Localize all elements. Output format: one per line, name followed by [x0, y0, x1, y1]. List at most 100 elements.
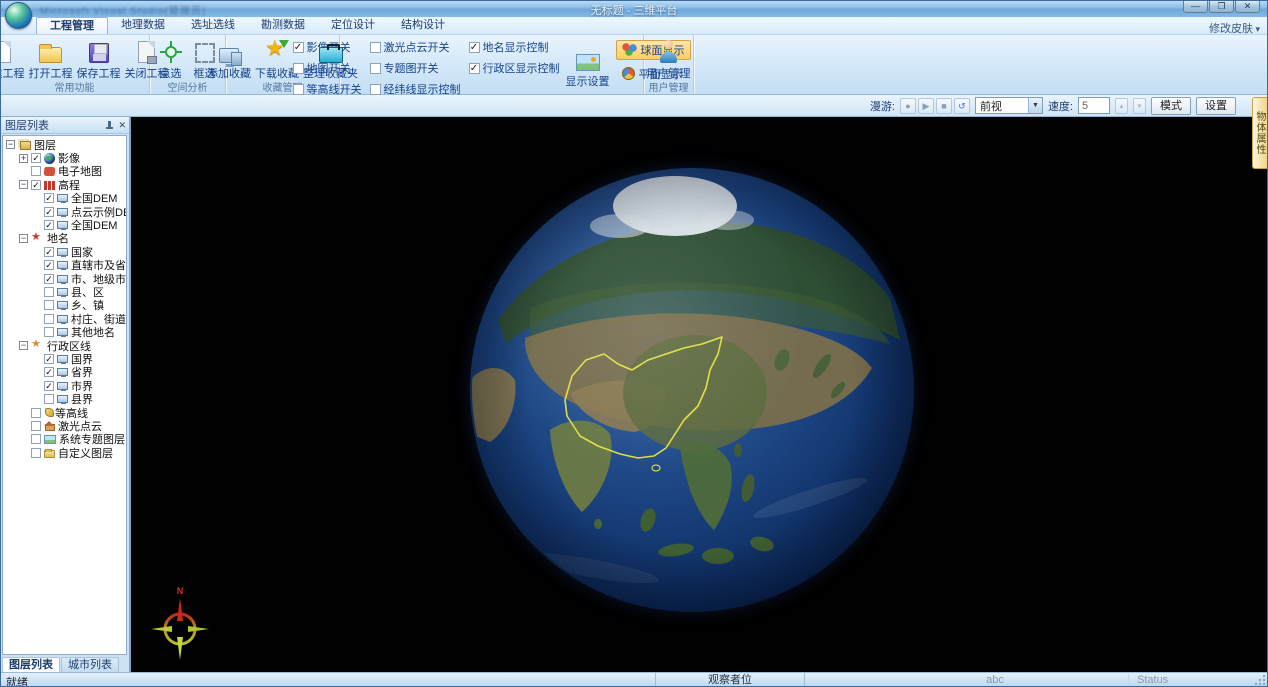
tab-工程管理[interactable]: 工程管理: [36, 17, 108, 34]
layer-switch-专题图开关[interactable]: 专题图开关: [370, 60, 461, 76]
globe-viewport[interactable]: N: [133, 117, 1268, 672]
tree-item-省界[interactable]: ✓省界: [3, 366, 126, 379]
tree-checkbox[interactable]: [44, 300, 54, 310]
new-project-icon: [0, 41, 11, 63]
tree-checkbox[interactable]: [31, 448, 41, 458]
tree-checkbox[interactable]: ✓: [44, 274, 54, 284]
tree-item-其他地名[interactable]: 其他地名: [3, 325, 126, 338]
roam-label: 漫游:: [870, 98, 895, 114]
collapse-icon[interactable]: −: [19, 180, 28, 189]
sphere-view-icon: [622, 43, 637, 56]
minimize-button[interactable]: —: [1183, 0, 1208, 13]
collapse-icon[interactable]: −: [19, 234, 28, 243]
checkbox-label: 地名显示控制: [483, 39, 549, 55]
layer-switch-地名显示控制[interactable]: ✓地名显示控制: [469, 39, 560, 55]
collapse-icon[interactable]: −: [6, 140, 15, 149]
view-direction-select[interactable]: 前视: [975, 97, 1043, 114]
tree-checkbox[interactable]: [31, 166, 41, 176]
tree-checkbox[interactable]: [44, 394, 54, 404]
tree-item-自定义图层[interactable]: 自定义图层: [3, 446, 126, 459]
tree-checkbox[interactable]: [44, 314, 54, 324]
tree-checkbox[interactable]: ✓: [44, 381, 54, 391]
roam-play-button[interactable]: ▶: [918, 98, 934, 114]
tree-checkbox[interactable]: ✓: [44, 260, 54, 270]
tab-选址选线[interactable]: 选址选线: [178, 17, 248, 34]
tree-checkbox[interactable]: [44, 327, 54, 337]
status-ready: 就绪: [6, 674, 28, 687]
mode-button[interactable]: 模式: [1151, 97, 1191, 115]
tree-checkbox[interactable]: ✓: [44, 367, 54, 377]
tree-item-全国DEM[interactable]: ✓ 全国DEM: [3, 218, 126, 231]
button-label: 打开工程: [29, 65, 73, 81]
open-project-button[interactable]: 打开工程: [27, 36, 75, 82]
close-button[interactable]: ✕: [1235, 0, 1260, 13]
tree-item-县界[interactable]: 县界: [3, 392, 126, 405]
pin-icon[interactable]: [105, 121, 114, 130]
tree-checkbox[interactable]: ✓: [44, 247, 54, 257]
settings-button[interactable]: 设置: [1196, 97, 1236, 115]
tree-checkbox[interactable]: ✓: [31, 153, 41, 163]
tree-checkbox[interactable]: ✓: [44, 193, 54, 203]
checkbox: [293, 63, 304, 74]
roam-record-button[interactable]: ●: [900, 98, 916, 114]
checkbox: [370, 84, 381, 95]
chevron-down-icon[interactable]: [1028, 98, 1042, 113]
tree-item-地名[interactable]: −地名: [3, 232, 126, 245]
checkbox: ✓: [469, 63, 480, 74]
new-project-button[interactable]: 新建工程: [0, 36, 27, 82]
tab-结构设计[interactable]: 结构设计: [388, 17, 458, 34]
tab-地理数据[interactable]: 地理数据: [108, 17, 178, 34]
tab-定位设计[interactable]: 定位设计: [318, 17, 388, 34]
speed-down-button[interactable]: [1133, 98, 1146, 114]
star-red-icon: [31, 233, 44, 244]
button-label: 保存工程: [77, 65, 121, 81]
tree-checkbox[interactable]: ✓: [44, 207, 54, 217]
maximize-button[interactable]: ❐: [1209, 0, 1234, 13]
resize-grip[interactable]: [1255, 674, 1266, 685]
monitor-icon: [57, 288, 68, 296]
tree-checkbox[interactable]: ✓: [31, 180, 41, 190]
tree-checkbox[interactable]: [44, 287, 54, 297]
tree-item-市、地级市[interactable]: ✓市、地级市: [3, 272, 126, 285]
roam-buttons: ●▶■↺: [900, 98, 970, 114]
roam-stop-button[interactable]: ■: [936, 98, 952, 114]
panel-close-icon[interactable]: ✕: [118, 121, 126, 130]
tree-checkbox[interactable]: [31, 434, 41, 444]
layer-switch-行政区显示控制[interactable]: ✓行政区显示控制: [469, 60, 560, 76]
tree-item-行政区线[interactable]: −行政区线: [3, 339, 126, 352]
panel-tab-城市列表[interactable]: 城市列表: [61, 657, 119, 672]
layer-switch-激光点云开关[interactable]: 激光点云开关: [370, 39, 461, 55]
roam-reset-button[interactable]: ↺: [954, 98, 970, 114]
display-settings-button[interactable]: 显示设置: [564, 44, 612, 90]
observer-position: 观察者位置:N39°10'25",E115°6'34": [655, 673, 805, 687]
change-skin-menu[interactable]: 修改皮肤: [1209, 20, 1260, 36]
compass-west-needle: [151, 626, 172, 632]
compass[interactable]: N: [147, 583, 213, 671]
point-select-button[interactable]: 点选: [158, 36, 184, 82]
earth-globe[interactable]: [470, 168, 914, 612]
layers-icon: [20, 141, 31, 150]
ribbon-tab-row: 工程管理地理数据选址选线勘测数据定位设计结构设计 修改皮肤: [0, 17, 1268, 34]
expand-icon[interactable]: +: [19, 154, 28, 163]
tree-item-县、区[interactable]: 县、区: [3, 285, 126, 298]
tree-item-国界[interactable]: ✓国界: [3, 352, 126, 365]
layer-panel-header: 图层列表 ✕: [0, 117, 129, 134]
save-project-button[interactable]: 保存工程: [75, 36, 123, 82]
compass-south-needle: [177, 637, 183, 660]
checkbox: [293, 84, 304, 95]
tree-checkbox[interactable]: ✓: [44, 220, 54, 230]
panel-tab-图层列表[interactable]: 图层列表: [2, 657, 60, 672]
checkbox: ✓: [293, 42, 304, 53]
tree-checkbox[interactable]: ✓: [44, 354, 54, 364]
user-manage-button[interactable]: 用户管理: [645, 36, 693, 82]
tree-checkbox[interactable]: [31, 421, 41, 431]
speed-input[interactable]: [1078, 97, 1110, 114]
tree-checkbox[interactable]: [31, 408, 41, 418]
tree-label: 全国DEM: [71, 217, 117, 233]
compass-north-needle: [177, 598, 183, 621]
tab-勘测数据[interactable]: 勘测数据: [248, 17, 318, 34]
collapse-icon[interactable]: −: [19, 341, 28, 350]
speed-up-button[interactable]: [1115, 98, 1128, 114]
object-properties-tab[interactable]: 物体属性: [1252, 97, 1267, 169]
tree-item-市界[interactable]: ✓市界: [3, 379, 126, 392]
